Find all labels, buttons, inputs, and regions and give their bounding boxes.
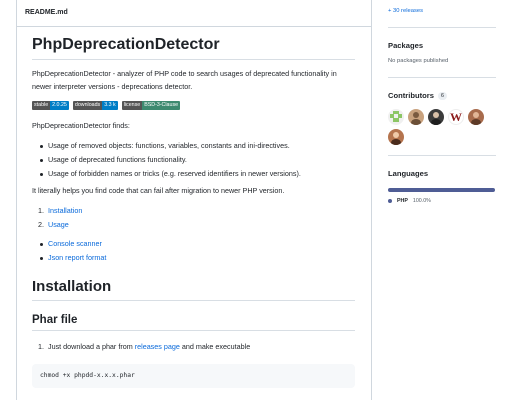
- language-percent: 100.0%: [412, 198, 431, 204]
- list-item: Console scanner: [40, 237, 355, 251]
- list-item: Usage of removed objects: functions, var…: [40, 139, 355, 153]
- readme-filename[interactable]: README.md: [17, 0, 371, 27]
- install-steps: 1. Just download a phar from releases pag…: [32, 340, 355, 354]
- toc-item: 2. Usage: [38, 218, 355, 232]
- step-item: 1. Just download a phar from releases pag…: [38, 340, 355, 354]
- downloads-badge[interactable]: downloads 3.3 k: [72, 101, 118, 110]
- readme-title: PhpDeprecationDetector: [32, 36, 355, 60]
- step-number: 1.: [38, 342, 44, 351]
- contributors-header[interactable]: Contributors 6: [388, 91, 496, 100]
- help-text: It literally helps you find code that ca…: [32, 185, 285, 195]
- list-item: Usage of forbidden names or tricks (e.g.…: [40, 167, 355, 181]
- toc-list: 1. Installation 2. Usage: [32, 204, 355, 232]
- person-avatar[interactable]: [428, 109, 444, 125]
- step-prefix: Just download a phar from: [48, 342, 133, 351]
- language-color-dot: [388, 199, 392, 203]
- languages-bar: [388, 188, 495, 192]
- badge-label: stable: [32, 101, 51, 110]
- packages-empty-text: No packages published: [388, 58, 449, 64]
- contributors-section: Contributors 6 W: [388, 78, 496, 156]
- toc-number: 1.: [38, 206, 44, 215]
- languages-section: Languages PHP 100.0%: [388, 156, 496, 204]
- repo-sidebar: + 30 releases Packages No packages publi…: [388, 0, 496, 204]
- license-badge[interactable]: license BSD-3-Clause: [121, 101, 181, 110]
- step-suffix: and make executable: [181, 342, 251, 351]
- usage-link[interactable]: Usage: [48, 220, 69, 229]
- toc-item: 1. Installation: [38, 204, 355, 218]
- finds-intro: PhpDeprecationDetector finds:: [32, 121, 130, 130]
- console-scanner-link[interactable]: Console scanner: [48, 239, 102, 248]
- badge-value: 3.3 k: [102, 101, 118, 110]
- avatar-letter: W: [450, 109, 462, 124]
- letter-w-avatar[interactable]: W: [448, 109, 464, 125]
- json-report-format-link[interactable]: Json report format: [48, 253, 106, 262]
- installation-link[interactable]: Installation: [48, 206, 82, 215]
- readme-body: PhpDeprecationDetector PhpDeprecationDet…: [17, 36, 371, 388]
- identicon-avatar[interactable]: [388, 109, 404, 125]
- packages-section: Packages No packages published: [388, 28, 496, 78]
- contributors-title: Contributors: [388, 91, 434, 100]
- languages-title: Languages: [388, 169, 429, 178]
- language-name: PHP: [397, 198, 408, 204]
- extra-links-list: Console scanner Json report format: [32, 237, 355, 265]
- toc-number: 2.: [38, 220, 44, 229]
- packages-title[interactable]: Packages: [388, 41, 496, 50]
- releases-page-link[interactable]: releases page: [135, 342, 180, 351]
- phar-file-heading: Phar file: [32, 314, 355, 331]
- contributors-avatars: W: [388, 109, 488, 155]
- badge-value: BSD-3-Clause: [142, 101, 181, 110]
- person-avatar[interactable]: [408, 109, 424, 125]
- code-block[interactable]: chmod +x phpdd-x.x.x.phar: [32, 364, 355, 388]
- person-avatar[interactable]: [468, 109, 484, 125]
- finds-list: Usage of removed objects: functions, var…: [32, 139, 355, 181]
- contributors-count: 6: [437, 91, 447, 100]
- badge-label: downloads: [72, 101, 103, 110]
- installation-heading: Installation: [32, 278, 355, 301]
- readme-card: README.md PhpDeprecationDetector PhpDepr…: [16, 0, 372, 400]
- stable-badge[interactable]: stable 2.0.25: [32, 101, 69, 110]
- list-item: Json report format: [40, 251, 355, 265]
- list-item: Usage of deprecated functions functional…: [40, 153, 355, 167]
- badges-row: stable 2.0.25 downloads 3.3 k license BS…: [32, 101, 355, 110]
- person-avatar[interactable]: [388, 129, 404, 145]
- readme-description: PhpDeprecationDetector - analyzer of PHP…: [32, 69, 337, 91]
- badge-value: 2.0.25: [50, 101, 69, 110]
- badge-label: license: [121, 101, 143, 110]
- language-item[interactable]: PHP 100.0%: [388, 198, 496, 204]
- releases-link[interactable]: + 30 releases: [388, 8, 496, 28]
